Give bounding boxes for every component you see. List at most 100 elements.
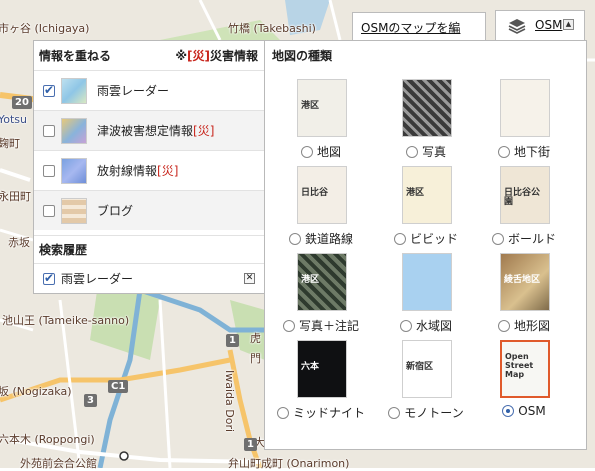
- route-shield: C1: [108, 380, 129, 393]
- map-type-label: ボールド: [507, 232, 556, 246]
- overlay-item-tsunami[interactable]: 津波被害想定情報 [災]: [34, 110, 264, 150]
- tsunami-checkbox[interactable]: [43, 124, 55, 137]
- overlay-item-rain-radar[interactable]: 雨雲レーダー: [34, 70, 264, 110]
- map-type-thumbnail[interactable]: 綾舌地区: [500, 253, 550, 311]
- blog-checkbox[interactable]: [43, 204, 55, 217]
- map-type-tile-monotone[interactable]: 新宿区 モノトーン: [378, 340, 474, 430]
- map-type-option[interactable]: 写真＋注記: [273, 317, 369, 334]
- map-type-option[interactable]: 地図: [273, 143, 369, 160]
- map-type-tile-railway[interactable]: 日比谷 鉄道路線: [273, 166, 369, 256]
- map-type-thumbnail-text: 新宿区: [406, 362, 434, 372]
- rain-radar-checkbox[interactable]: [43, 83, 55, 97]
- map-label: 門: [250, 352, 261, 365]
- map-type-thumbnail[interactable]: [500, 79, 550, 137]
- map-label: 虎: [250, 332, 261, 345]
- map-label: 永田町: [0, 190, 31, 203]
- map-type-radio[interactable]: [502, 405, 515, 417]
- map-type-radio[interactable]: [497, 145, 510, 158]
- map-label: 市ヶ谷 (Ichigaya): [0, 22, 90, 35]
- map-type-thumbnail[interactable]: Open Street Map: [500, 340, 550, 398]
- map-type-thumbnail-text: 港区: [301, 101, 320, 111]
- map-type-tile-osm[interactable]: Open Street Map OSM: [476, 340, 572, 430]
- map-type-tile-photo[interactable]: 写真: [378, 79, 474, 169]
- map-type-label: 地形図: [513, 319, 550, 333]
- osm-edit-link[interactable]: OSMのマップを編: [361, 19, 460, 36]
- disaster-legend: ※[災]災害情報: [175, 47, 258, 68]
- blog-thumbnail: [61, 197, 87, 224]
- map-type-thumbnail[interactable]: [402, 79, 452, 137]
- map-type-tile-midnight[interactable]: 六本 ミッドナイト: [273, 340, 369, 430]
- map-type-option[interactable]: OSM: [476, 404, 572, 418]
- overlay-item-blog[interactable]: ブログ: [34, 190, 264, 230]
- map-type-thumbnail[interactable]: 日比谷: [297, 166, 347, 224]
- map-type-radio[interactable]: [399, 319, 412, 332]
- map-label: 麹町: [0, 137, 20, 150]
- map-type-label: 写真: [421, 145, 446, 159]
- map-type-thumbnail[interactable]: 港区: [297, 79, 347, 137]
- map-type-tile-terrain[interactable]: 綾舌地区地形図: [476, 253, 572, 343]
- map-type-radio[interactable]: [491, 232, 504, 245]
- overlay-panel: 情報を重ねる ※[災]災害情報 雨雲レーダー 津波被害想定情報[災] 放射線情報…: [33, 40, 265, 294]
- map-type-radio[interactable]: [388, 406, 401, 419]
- history-item-label: 雨雲レーダー: [61, 272, 134, 286]
- disaster-tag: [災]: [157, 164, 179, 178]
- map-type-label: モノトーン: [404, 406, 464, 420]
- map-type-radio[interactable]: [300, 145, 313, 158]
- close-icon[interactable]: ✕: [244, 273, 255, 284]
- map-type-tile-underground[interactable]: 地下街: [476, 79, 572, 169]
- map-type-radio[interactable]: [497, 319, 510, 332]
- overlay-item-radiation[interactable]: 放射線情報 [災]: [34, 150, 264, 190]
- map-type-label: 写真＋注記: [298, 319, 359, 333]
- route-shield: 20: [12, 96, 32, 109]
- map-type-option[interactable]: ボールド: [476, 230, 572, 247]
- map-type-thumbnail[interactable]: [402, 253, 452, 311]
- map-type-option[interactable]: 鉄道路線: [273, 230, 369, 247]
- map-type-thumbnail[interactable]: 港区: [402, 166, 452, 224]
- radiation-checkbox[interactable]: [43, 164, 55, 177]
- map-label: 赤坂: [8, 236, 30, 249]
- map-type-option[interactable]: 水域図: [378, 317, 474, 334]
- map-type-toggle-label: OSM: [535, 18, 563, 32]
- map-type-option[interactable]: 写真: [378, 143, 474, 160]
- map-type-option[interactable]: モノトーン: [378, 404, 474, 421]
- overlay-panel-header: 情報を重ねる ※[災]災害情報: [34, 41, 264, 68]
- map-type-radio[interactable]: [405, 145, 418, 158]
- overlay-item-label: 放射線情報: [97, 164, 158, 178]
- map-type-thumbnail[interactable]: 港区: [297, 253, 347, 311]
- map-type-toggle-button[interactable]: OSM ▲: [495, 10, 585, 40]
- history-rain-radar-checkbox[interactable]: [43, 271, 55, 285]
- map-type-option[interactable]: 地下街: [476, 143, 572, 160]
- map-label: Yotsu: [0, 113, 28, 126]
- map-type-tile-bold[interactable]: 日比谷公園ボールド: [476, 166, 572, 256]
- map-type-label: ビビッド: [409, 232, 458, 246]
- disaster-tag: [災]: [193, 124, 215, 138]
- map-label: 坂 (Nogizaka): [0, 385, 72, 398]
- map-type-radio[interactable]: [276, 406, 289, 419]
- overlay-item-label: ブログ: [97, 204, 134, 218]
- overlay-item-label: 津波被害想定情報: [97, 124, 194, 138]
- map-type-radio[interactable]: [282, 319, 295, 332]
- history-item-rain-radar[interactable]: 雨雲レーダー ✕: [34, 263, 264, 293]
- overlay-panel-title: 情報を重ねる: [39, 49, 112, 63]
- map-type-label: OSM: [518, 404, 546, 418]
- map-label: 六本木 (Roppongi): [0, 433, 95, 446]
- map-type-thumbnail-text: 綾舌地区: [504, 275, 541, 285]
- map-type-tile-chizu[interactable]: 港区地図: [273, 79, 369, 169]
- map-type-thumbnail[interactable]: 六本: [297, 340, 347, 398]
- map-type-radio[interactable]: [393, 232, 406, 245]
- map-type-radio[interactable]: [288, 232, 301, 245]
- map-type-tile-photo-annot[interactable]: 港区写真＋注記: [273, 253, 369, 343]
- map-type-option[interactable]: ビビッド: [378, 230, 474, 247]
- map-type-thumbnail[interactable]: 日比谷公園: [500, 166, 550, 224]
- map-type-label: 水域図: [415, 319, 452, 333]
- caret-up-icon: ▲: [563, 19, 574, 30]
- overlay-item-label: 雨雲レーダー: [97, 84, 170, 98]
- map-type-panel-title: 地図の種類: [272, 49, 333, 63]
- map-type-thumbnail[interactable]: 新宿区: [402, 340, 452, 398]
- route-shield: 1: [244, 438, 257, 451]
- map-label: 弁山町成町 (Onarimon): [228, 457, 350, 470]
- map-type-tile-vivid[interactable]: 港区ビビッド: [378, 166, 474, 256]
- map-type-option[interactable]: 地形図: [476, 317, 572, 334]
- map-type-option[interactable]: ミッドナイト: [273, 404, 369, 421]
- map-type-tile-water[interactable]: 水域図: [378, 253, 474, 343]
